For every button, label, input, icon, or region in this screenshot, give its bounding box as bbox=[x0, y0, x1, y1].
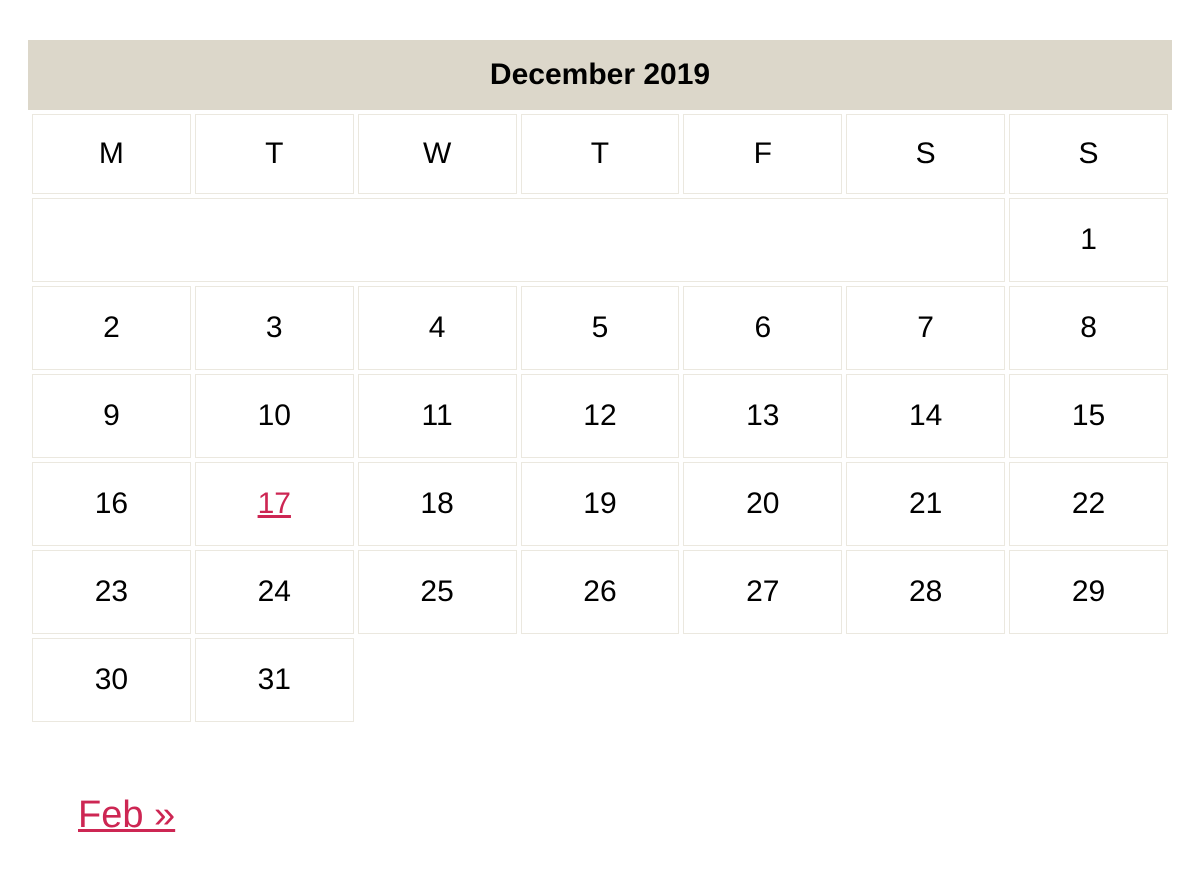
calendar-day: 28 bbox=[846, 550, 1005, 634]
calendar-day: 30 bbox=[32, 638, 191, 722]
calendar-day: 6 bbox=[683, 286, 842, 370]
calendar-day: 19 bbox=[521, 462, 680, 546]
calendar-row: 2345678 bbox=[32, 286, 1168, 370]
calendar-row: 1 bbox=[32, 198, 1168, 282]
calendar-day: 10 bbox=[195, 374, 354, 458]
calendar-nav: Feb » bbox=[28, 794, 1172, 837]
next-month-link[interactable]: Feb » bbox=[78, 794, 175, 836]
calendar-day: 3 bbox=[195, 286, 354, 370]
calendar-day: 21 bbox=[846, 462, 1005, 546]
calendar-day: 15 bbox=[1009, 374, 1168, 458]
calendar-day: 8 bbox=[1009, 286, 1168, 370]
calendar-row: 16 17 1819202122 bbox=[32, 462, 1168, 546]
weekday-header: S bbox=[1009, 114, 1168, 194]
calendar-pad bbox=[32, 198, 1005, 282]
weekday-header: M bbox=[32, 114, 191, 194]
calendar-header-row: M T W T F S S bbox=[32, 114, 1168, 194]
calendar-day: 1 bbox=[1009, 198, 1168, 282]
calendar-day: 25 bbox=[358, 550, 517, 634]
calendar-day: 31 bbox=[195, 638, 354, 722]
calendar-day: 9 bbox=[32, 374, 191, 458]
calendar-day: 17 bbox=[195, 462, 354, 546]
calendar-day: 18 bbox=[358, 462, 517, 546]
weekday-header: W bbox=[358, 114, 517, 194]
calendar-day: 20 bbox=[683, 462, 842, 546]
calendar-day: 22 bbox=[1009, 462, 1168, 546]
calendar-body: 1234567891011121314151617181920212223242… bbox=[32, 198, 1168, 722]
weekday-header: F bbox=[683, 114, 842, 194]
calendar-day: 11 bbox=[358, 374, 517, 458]
calendar-day: 24 bbox=[195, 550, 354, 634]
calendar-day: 2 bbox=[32, 286, 191, 370]
calendar-day: 26 bbox=[521, 550, 680, 634]
calendar-day-link[interactable]: 17 bbox=[258, 487, 291, 520]
calendar-day: 12 bbox=[521, 374, 680, 458]
calendar-day: 4 bbox=[358, 286, 517, 370]
calendar-caption: December 2019 bbox=[28, 40, 1172, 110]
calendar-day: 5 bbox=[521, 286, 680, 370]
weekday-header: T bbox=[195, 114, 354, 194]
calendar-day: 27 bbox=[683, 550, 842, 634]
calendar-row: 3031 bbox=[32, 638, 1168, 722]
weekday-header: S bbox=[846, 114, 1005, 194]
calendar-day: 7 bbox=[846, 286, 1005, 370]
calendar-day: 13 bbox=[683, 374, 842, 458]
calendar-day: 16 bbox=[32, 462, 191, 546]
calendar-day: 14 bbox=[846, 374, 1005, 458]
calendar-day: 23 bbox=[32, 550, 191, 634]
weekday-header: T bbox=[521, 114, 680, 194]
calendar-day: 29 bbox=[1009, 550, 1168, 634]
calendar-row: 23242526272829 bbox=[32, 550, 1168, 634]
calendar-table: December 2019 M T W T F S S 123456789101… bbox=[28, 40, 1172, 726]
calendar-row: 9101112131415 bbox=[32, 374, 1168, 458]
calendar-pad bbox=[358, 638, 1168, 722]
